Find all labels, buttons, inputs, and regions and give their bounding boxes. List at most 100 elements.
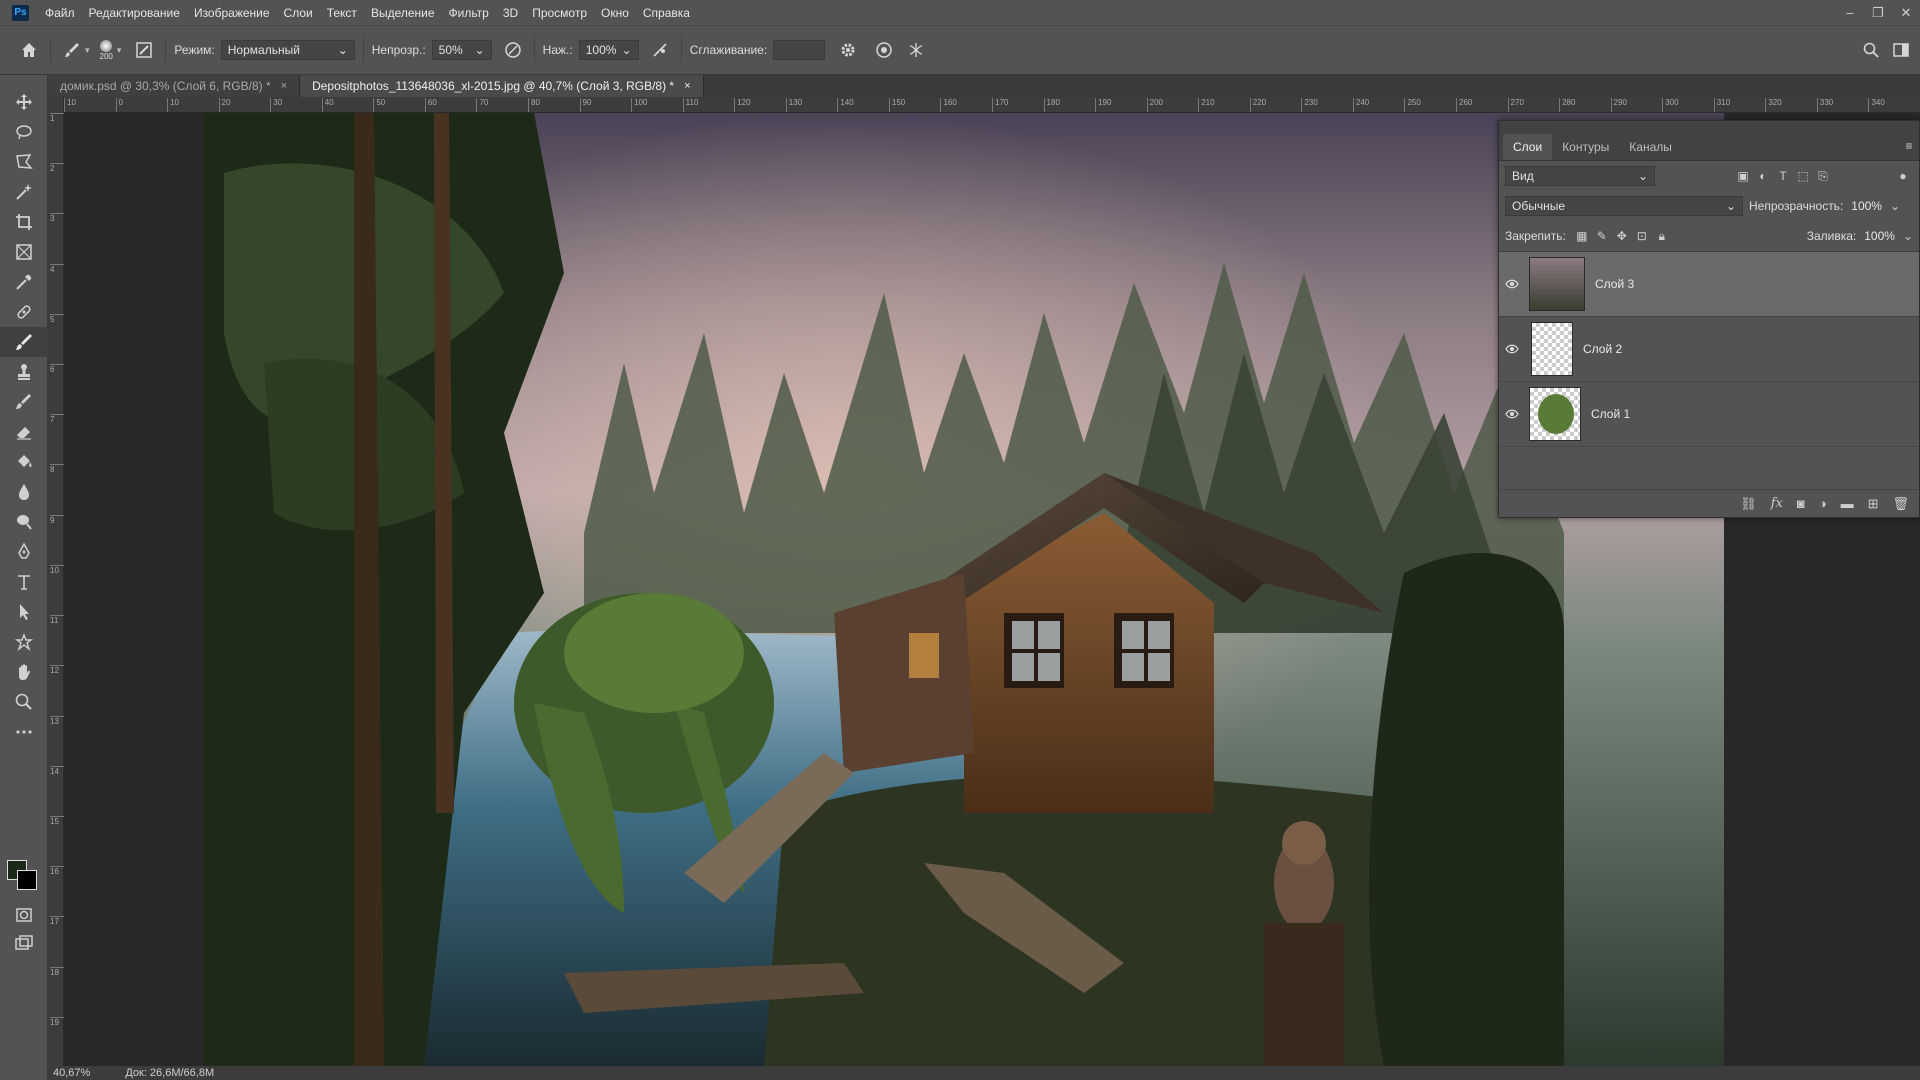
lock-transparency-icon[interactable]: ▦: [1572, 226, 1592, 246]
panel-menu-icon[interactable]: ≡: [1899, 136, 1919, 156]
document-image[interactable]: [204, 113, 1724, 1067]
frame-tool-icon[interactable]: [0, 237, 48, 267]
layer-row-3[interactable]: Слой 3: [1499, 252, 1919, 317]
blur-tool-icon[interactable]: [0, 477, 48, 507]
layer-row-1[interactable]: Слой 1: [1499, 382, 1919, 447]
tab-depositphotos-jpg[interactable]: Depositphotos_113648036_xl-2015.jpg @ 40…: [300, 75, 704, 97]
layer-filter-select[interactable]: Вид ⌄: [1505, 166, 1655, 186]
magic-wand-tool-icon[interactable]: [0, 177, 48, 207]
chevron-down-icon[interactable]: ⌄: [1903, 229, 1913, 243]
eye-icon[interactable]: [1499, 344, 1525, 354]
zoom-level[interactable]: 40,67%: [53, 1067, 90, 1079]
pressure-input[interactable]: 100% ⌄: [578, 40, 639, 60]
zoom-tool-icon[interactable]: [0, 687, 48, 717]
pressure-size-icon[interactable]: [871, 37, 897, 63]
crop-tool-icon[interactable]: [0, 207, 48, 237]
restore-button[interactable]: ❐: [1864, 0, 1892, 25]
polygonal-lasso-tool-icon[interactable]: [0, 147, 48, 177]
background-color-swatch[interactable]: [17, 870, 37, 890]
layer-name[interactable]: Слой 2: [1583, 342, 1622, 356]
type-tool-icon[interactable]: [0, 567, 48, 597]
airbrush-icon[interactable]: [647, 37, 673, 63]
tab-paths[interactable]: Контуры: [1552, 134, 1619, 160]
quick-mask-icon[interactable]: [0, 900, 48, 930]
screen-mode-icon[interactable]: [0, 928, 48, 958]
paint-bucket-tool-icon[interactable]: [0, 447, 48, 477]
opacity-input[interactable]: 50% ⌄: [431, 40, 492, 60]
filter-pixel-icon[interactable]: ▣: [1733, 166, 1753, 186]
menu-filter[interactable]: Фильтр: [449, 6, 489, 20]
brush-size-picker[interactable]: 200: [100, 39, 113, 61]
eraser-tool-icon[interactable]: [0, 417, 48, 447]
new-group-icon[interactable]: ▬: [1841, 496, 1854, 511]
blend-mode-select[interactable]: Обычные ⌄: [1505, 196, 1743, 216]
layer-opacity-value[interactable]: 100%: [1851, 199, 1882, 213]
lock-all-icon[interactable]: 🔒︎: [1652, 226, 1672, 246]
menu-select[interactable]: Выделение: [371, 6, 435, 20]
eyedropper-tool-icon[interactable]: [0, 267, 48, 297]
move-tool-icon[interactable]: [0, 87, 48, 117]
brush-preset-icon[interactable]: [59, 37, 85, 63]
close-icon[interactable]: ×: [684, 80, 690, 92]
brush-settings-icon[interactable]: [131, 37, 157, 63]
adjustment-layer-icon[interactable]: ◑: [1819, 496, 1827, 511]
trash-icon[interactable]: 🗑︎: [1892, 496, 1909, 512]
close-window-button[interactable]: ✕: [1892, 0, 1920, 25]
new-layer-icon[interactable]: ⊞: [1868, 496, 1879, 512]
tab-channels[interactable]: Каналы: [1619, 134, 1682, 160]
menu-help[interactable]: Справка: [643, 6, 690, 20]
chevron-down-icon[interactable]: ⌄: [1890, 199, 1900, 213]
gear-icon[interactable]: [835, 37, 861, 63]
ruler-tick-label: 320: [1765, 98, 1782, 112]
smoothing-input[interactable]: [773, 40, 826, 60]
panel-header[interactable]: [1499, 121, 1919, 133]
layer-row-2[interactable]: Слой 2: [1499, 317, 1919, 382]
lock-pixels-icon[interactable]: ✎: [1592, 226, 1612, 246]
symmetry-icon[interactable]: [903, 37, 929, 63]
tab-layers[interactable]: Слои: [1503, 134, 1553, 160]
menu-layers[interactable]: Слои: [284, 6, 313, 20]
menu-window[interactable]: Окно: [601, 6, 629, 20]
history-brush-tool-icon[interactable]: [0, 387, 48, 417]
link-layers-icon[interactable]: ⛓: [1740, 496, 1757, 512]
eye-icon[interactable]: [1499, 279, 1525, 289]
add-mask-icon[interactable]: ◙: [1797, 496, 1805, 511]
menu-text[interactable]: Текст: [327, 6, 357, 20]
ruler-tick-label: 16: [50, 866, 64, 876]
menu-3d[interactable]: 3D: [503, 6, 518, 20]
more-tools-icon[interactable]: [0, 717, 48, 747]
pen-tool-icon[interactable]: [0, 537, 48, 567]
fx-icon[interactable]: fx: [1771, 496, 1783, 511]
path-selection-tool-icon[interactable]: [0, 597, 48, 627]
filter-toggle-icon[interactable]: ●: [1893, 166, 1913, 186]
menu-edit[interactable]: Редактирование: [89, 6, 180, 20]
filter-adjustment-icon[interactable]: ◐: [1753, 166, 1773, 186]
menu-file[interactable]: Файл: [45, 6, 75, 20]
workspace-icon[interactable]: [1888, 37, 1914, 63]
filter-type-icon[interactable]: T: [1773, 166, 1793, 186]
healing-brush-tool-icon[interactable]: [0, 297, 48, 327]
filter-smart-object-icon[interactable]: ⎘: [1813, 166, 1833, 186]
clone-stamp-tool-icon[interactable]: [0, 357, 48, 387]
minimize-button[interactable]: –: [1836, 0, 1864, 25]
brush-tool-icon[interactable]: [0, 327, 48, 357]
lasso-ellipse-tool-icon[interactable]: [0, 117, 48, 147]
lock-artboard-icon[interactable]: ⊡: [1632, 226, 1652, 246]
dodge-tool-icon[interactable]: [0, 507, 48, 537]
fill-value[interactable]: 100%: [1864, 229, 1895, 243]
pressure-opacity-icon[interactable]: [500, 37, 526, 63]
close-icon[interactable]: ×: [281, 80, 287, 92]
search-icon[interactable]: [1858, 37, 1884, 63]
menu-view[interactable]: Просмотр: [532, 6, 587, 20]
mode-select[interactable]: Нормальный ⌄: [220, 40, 355, 60]
tab-house-psd[interactable]: домик.psd @ 30,3% (Слой 6, RGB/8) * ×: [48, 75, 301, 97]
hand-tool-icon[interactable]: [0, 657, 48, 687]
custom-shape-tool-icon[interactable]: [0, 627, 48, 657]
eye-icon[interactable]: [1499, 409, 1525, 419]
filter-shape-icon[interactable]: ⬚: [1793, 166, 1813, 186]
lock-position-icon[interactable]: ✥: [1612, 226, 1632, 246]
layer-name[interactable]: Слой 3: [1595, 277, 1634, 291]
menu-image[interactable]: Изображение: [194, 6, 270, 20]
home-icon[interactable]: [16, 37, 42, 63]
layer-name[interactable]: Слой 1: [1591, 407, 1630, 421]
